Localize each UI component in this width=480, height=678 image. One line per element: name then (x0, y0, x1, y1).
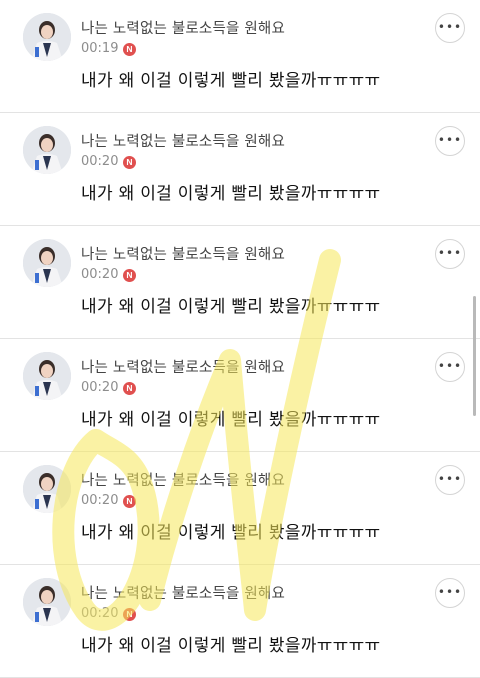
list-item: 나는 노력없는 불로소득을 원해요 00:20 N 내가 왜 이걸 이렇게 빨리… (0, 565, 480, 678)
comment-text: 내가 왜 이걸 이렇게 빨리 봤을까ㅠㅠㅠㅠ (81, 184, 381, 204)
ellipsis-icon: ••• (437, 585, 463, 599)
profile-photo-icon (23, 239, 71, 287)
avatar[interactable] (23, 578, 71, 626)
list-item: 나는 노력없는 불로소득을 원해요 00:19 N 내가 왜 이걸 이렇게 빨리… (0, 0, 480, 113)
more-options-button[interactable]: ••• (435, 126, 465, 156)
more-options-button[interactable]: ••• (435, 465, 465, 495)
more-options-button[interactable]: ••• (435, 352, 465, 382)
comment-text: 내가 왜 이걸 이렇게 빨리 봤을까ㅠㅠㅠㅠ (81, 410, 381, 430)
new-badge: N (123, 156, 136, 169)
timestamp: 00:20 (81, 154, 119, 169)
timestamp: 00:20 (81, 380, 119, 395)
new-badge: N (123, 382, 136, 395)
new-badge: N (123, 495, 136, 508)
nickname[interactable]: 나는 노력없는 불로소득을 원해요 (81, 356, 285, 377)
more-options-button[interactable]: ••• (435, 13, 465, 43)
avatar[interactable] (23, 465, 71, 513)
profile-photo-icon (23, 126, 71, 174)
profile-photo-icon (23, 578, 71, 626)
list-item: 나는 노력없는 불로소득을 원해요 00:20 N 내가 왜 이걸 이렇게 빨리… (0, 452, 480, 565)
list-item: 나는 노력없는 불로소득을 원해요 00:20 N 내가 왜 이걸 이렇게 빨리… (0, 113, 480, 226)
profile-photo-icon (23, 13, 71, 61)
nickname[interactable]: 나는 노력없는 불로소득을 원해요 (81, 130, 285, 151)
nickname[interactable]: 나는 노력없는 불로소득을 원해요 (81, 582, 285, 603)
ellipsis-icon: ••• (437, 246, 463, 260)
comment-text: 내가 왜 이걸 이렇게 빨리 봤을까ㅠㅠㅠㅠ (81, 297, 381, 317)
nickname[interactable]: 나는 노력없는 불로소득을 원해요 (81, 243, 285, 264)
timestamp: 00:20 (81, 606, 119, 621)
ellipsis-icon: ••• (437, 20, 463, 34)
nickname[interactable]: 나는 노력없는 불로소득을 원해요 (81, 469, 285, 490)
ellipsis-icon: ••• (437, 472, 463, 486)
comment-text: 내가 왜 이걸 이렇게 빨리 봤을까ㅠㅠㅠㅠ (81, 71, 381, 91)
timestamp: 00:20 (81, 267, 119, 282)
profile-photo-icon (23, 465, 71, 513)
profile-photo-icon (23, 352, 71, 400)
timestamp: 00:19 (81, 41, 119, 56)
list-item: 나는 노력없는 불로소득을 원해요 00:20 N 내가 왜 이걸 이렇게 빨리… (0, 226, 480, 339)
list-item: 나는 노력없는 불로소득을 원해요 00:20 N 내가 왜 이걸 이렇게 빨리… (0, 339, 480, 452)
ellipsis-icon: ••• (437, 133, 463, 147)
comment-feed: 나는 노력없는 불로소득을 원해요 00:19 N 내가 왜 이걸 이렇게 빨리… (0, 0, 480, 678)
timestamp: 00:20 (81, 493, 119, 508)
avatar[interactable] (23, 126, 71, 174)
new-badge: N (123, 269, 136, 282)
more-options-button[interactable]: ••• (435, 578, 465, 608)
avatar[interactable] (23, 13, 71, 61)
new-badge: N (123, 608, 136, 621)
new-badge: N (123, 43, 136, 56)
avatar[interactable] (23, 352, 71, 400)
comment-text: 내가 왜 이걸 이렇게 빨리 봤을까ㅠㅠㅠㅠ (81, 636, 381, 656)
comment-text: 내가 왜 이걸 이렇게 빨리 봤을까ㅠㅠㅠㅠ (81, 523, 381, 543)
more-options-button[interactable]: ••• (435, 239, 465, 269)
ellipsis-icon: ••• (437, 359, 463, 373)
scrollbar[interactable] (473, 296, 476, 416)
avatar[interactable] (23, 239, 71, 287)
nickname[interactable]: 나는 노력없는 불로소득을 원해요 (81, 17, 285, 38)
